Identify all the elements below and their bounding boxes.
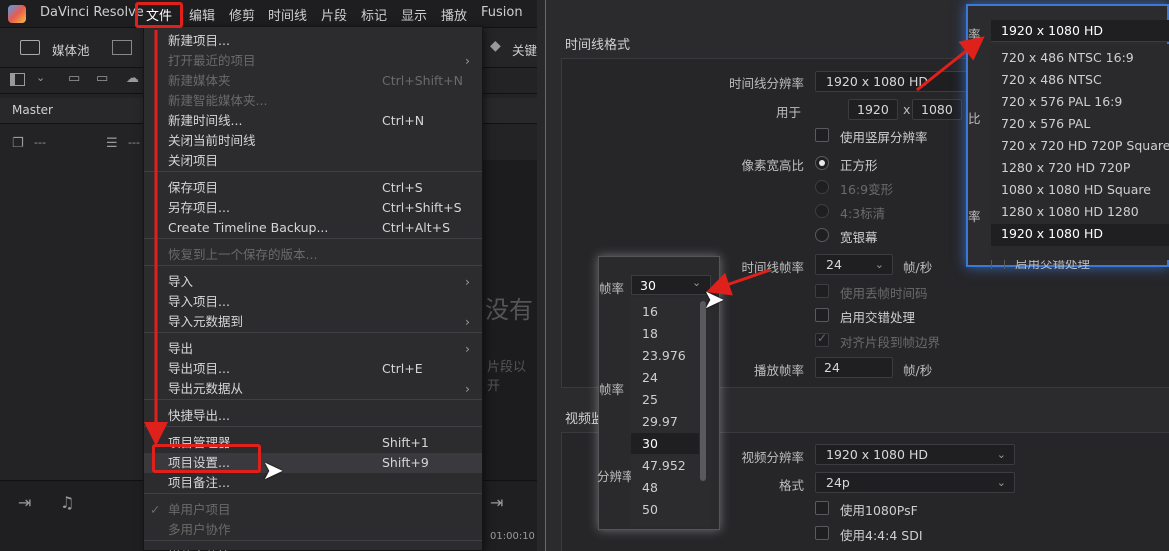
annotation-arrows (144, 30, 985, 446)
arrow-fps (706, 268, 771, 296)
arrow-resolution (916, 36, 985, 92)
